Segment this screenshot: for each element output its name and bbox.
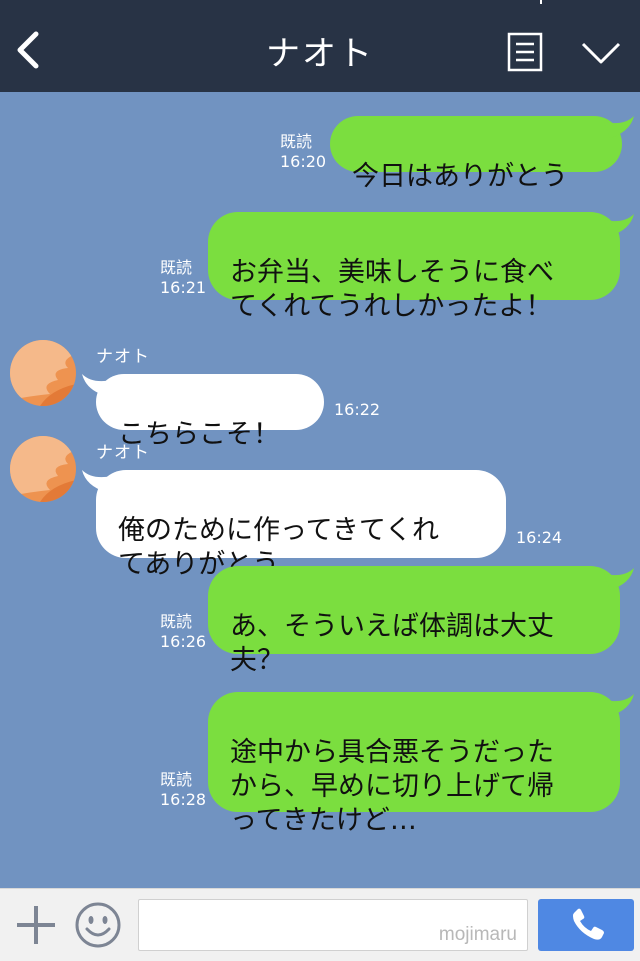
- message-bubble-outgoing[interactable]: お弁当、美味しそうに食べ てくれてうれしかったよ！: [208, 212, 620, 322]
- avatar[interactable]: [10, 436, 76, 502]
- input-bar: mojimaru: [0, 888, 640, 961]
- read-receipt: 既読 16:26: [160, 612, 207, 651]
- message-input[interactable]: mojimaru: [138, 899, 528, 951]
- read-receipt: 既読 16:20: [280, 132, 327, 171]
- message-time: 16:22: [334, 400, 381, 419]
- sender-name: ナオト: [96, 443, 150, 463]
- add-button[interactable]: [14, 903, 58, 947]
- avatar-image: [10, 340, 76, 406]
- avatar-image: [10, 436, 76, 502]
- chevron-down-icon: [581, 42, 621, 64]
- call-button[interactable]: [538, 899, 634, 951]
- chat-area[interactable]: 既読 16:20 今日はありがとう 既読 16:21 お弁当、美味しそうに食べ てく…: [0, 92, 640, 888]
- bubble-tail: [604, 116, 634, 138]
- avatar[interactable]: [10, 340, 76, 406]
- message-bubble-incoming[interactable]: こちらこそ！: [96, 374, 324, 450]
- message-bubble-incoming[interactable]: 俺のために作ってきてくれ てありがとう: [96, 470, 506, 580]
- expand-button[interactable]: [580, 40, 622, 66]
- smiley-icon: [75, 902, 121, 948]
- message-time: 16:24: [516, 528, 563, 547]
- message-text: お弁当、美味しそうに食べ てくれてうれしかったよ！: [230, 257, 554, 322]
- chat-title: ナオト: [266, 34, 374, 74]
- message-bubble-outgoing[interactable]: あ、そういえば体調は大丈 夫？: [208, 566, 620, 676]
- bubble-tail: [604, 214, 634, 236]
- read-receipt: 既読 16:28: [160, 770, 207, 809]
- message-text: 今日はありがとう: [352, 161, 568, 192]
- status-bar-mark: [540, 0, 542, 4]
- phone-icon: [573, 908, 604, 940]
- chat-header: ナオト: [0, 0, 640, 92]
- message-text: あ、そういえば体調は大丈 夫？: [230, 611, 554, 676]
- message-text: 途中から具合悪そうだった から、早めに切り上げて帰 ってきたけど…: [230, 737, 554, 836]
- menu-list-icon: [507, 32, 543, 72]
- sender-name: ナオト: [96, 347, 150, 367]
- read-receipt: 既読 16:21: [160, 258, 207, 297]
- emoji-button[interactable]: [74, 901, 122, 949]
- plus-icon: [17, 906, 55, 944]
- bubble-tail: [604, 568, 634, 590]
- message-bubble-outgoing[interactable]: 今日はありがとう: [330, 116, 622, 192]
- menu-button[interactable]: [507, 32, 543, 72]
- message-bubble-outgoing[interactable]: 途中から具合悪そうだった から、早めに切り上げて帰 ってきたけど…: [208, 692, 620, 836]
- bubble-tail: [604, 694, 634, 716]
- watermark-text: mojimaru: [438, 924, 517, 945]
